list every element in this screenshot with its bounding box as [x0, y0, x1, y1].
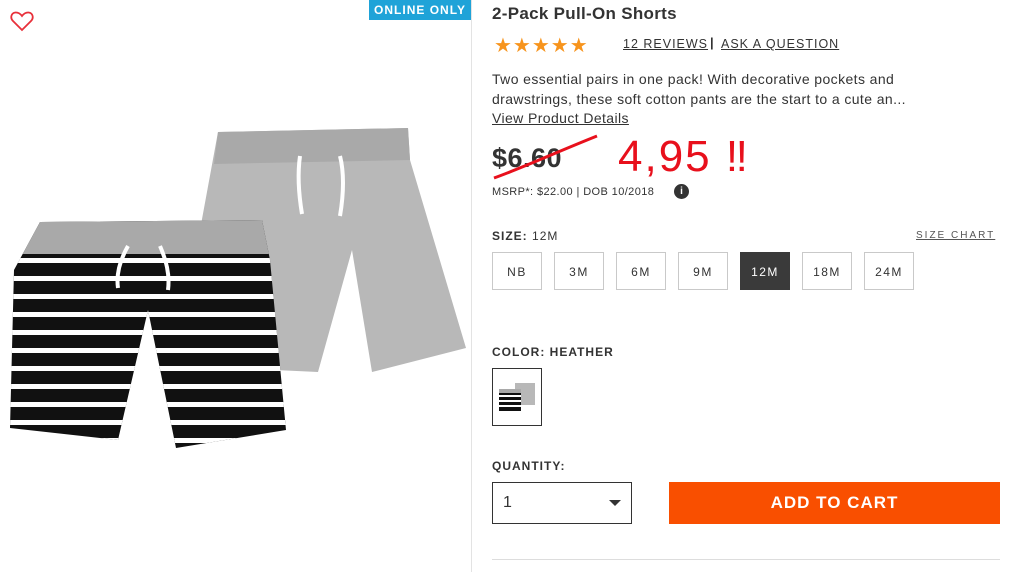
add-to-cart-button[interactable]: ADD TO CART: [669, 482, 1000, 524]
handwritten-price-annotation: 4,95 ‼: [618, 132, 750, 181]
view-details-link[interactable]: View Product Details: [492, 110, 629, 126]
size-option-3m[interactable]: 3M: [554, 252, 604, 290]
size-label: SIZE: 12M: [492, 229, 559, 243]
reviews-link[interactable]: 12 REVIEWS: [623, 37, 708, 51]
product-title: 2-Pack Pull-On Shorts: [492, 4, 677, 23]
product-details: 2-Pack Pull-On Shorts ★★★★★ 12 REVIEWS |…: [492, 0, 1002, 572]
info-icon[interactable]: i: [674, 184, 689, 199]
size-option-nb[interactable]: NB: [492, 252, 542, 290]
divider: [492, 559, 1000, 560]
product-image-panel: ONLINE ONLY: [0, 0, 472, 572]
size-option-12m[interactable]: 12M: [740, 252, 790, 290]
product-image: [10, 128, 466, 448]
size-option-9m[interactable]: 9M: [678, 252, 728, 290]
swatch-thumbnail: [499, 383, 535, 411]
quantity-label: QUANTITY:: [492, 459, 566, 473]
size-selected-value: 12M: [532, 229, 559, 243]
size-option-6m[interactable]: 6M: [616, 252, 666, 290]
online-only-badge: ONLINE ONLY: [369, 0, 471, 20]
size-option-24m[interactable]: 24M: [864, 252, 914, 290]
size-chart-link[interactable]: SIZE CHART: [916, 230, 995, 241]
msrp-text: MSRP*: $22.00 | DOB 10/2018: [492, 186, 655, 198]
product-description: Two essential pairs in one pack! With de…: [492, 71, 906, 107]
chevron-down-icon: [609, 500, 621, 506]
strike-through-annotation: [493, 134, 598, 180]
quantity-select[interactable]: 1: [492, 482, 632, 524]
color-swatch-heather[interactable]: [492, 368, 542, 426]
size-option-18m[interactable]: 18M: [802, 252, 852, 290]
color-label: COLOR: HEATHER: [492, 345, 614, 359]
ask-question-link[interactable]: ASK A QUESTION: [721, 37, 839, 51]
quantity-value: 1: [503, 494, 512, 511]
rating-stars-icon: ★★★★★: [494, 35, 589, 57]
heart-icon[interactable]: [10, 10, 34, 32]
separator: |: [710, 35, 714, 50]
